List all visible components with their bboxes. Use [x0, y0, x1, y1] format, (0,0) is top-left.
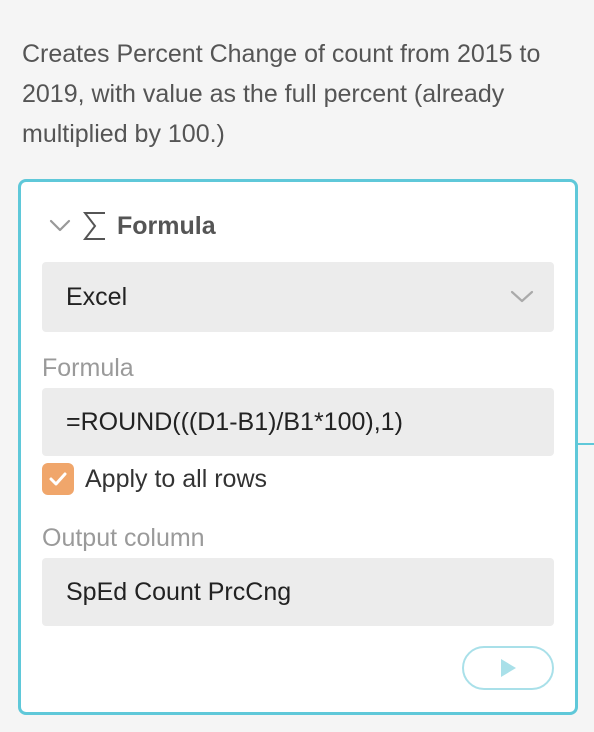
formula-input[interactable]: =ROUND(((D1-B1)/B1*100),1): [42, 388, 554, 456]
sigma-icon: [81, 209, 109, 243]
chevron-down-icon[interactable]: [45, 211, 75, 241]
checkmark-icon: [49, 472, 67, 486]
run-button[interactable]: [462, 646, 554, 690]
output-column-input[interactable]: SpEd Count PrcCng: [42, 558, 554, 626]
card-header: Formula: [45, 206, 216, 246]
apply-all-rows-row: Apply to all rows: [42, 461, 267, 497]
play-icon: [501, 659, 516, 677]
language-select[interactable]: Excel: [42, 262, 554, 332]
connector-line: [578, 443, 594, 445]
step-description: Creates Percent Change of count from 201…: [22, 40, 541, 148]
formula-label: Formula: [42, 354, 134, 382]
chevron-down-icon: [508, 283, 536, 311]
language-select-value: Excel: [66, 282, 128, 311]
card-title: Formula: [117, 211, 216, 240]
apply-all-rows-checkbox[interactable]: [42, 463, 74, 495]
formula-step-card: Formula Excel Formula =ROUND(((D1-B1)/B1…: [18, 179, 578, 715]
output-column-input-value: SpEd Count PrcCng: [66, 577, 292, 606]
formula-input-value: =ROUND(((D1-B1)/B1*100),1): [66, 407, 403, 436]
apply-all-rows-label[interactable]: Apply to all rows: [85, 465, 267, 494]
output-column-label: Output column: [42, 524, 205, 552]
